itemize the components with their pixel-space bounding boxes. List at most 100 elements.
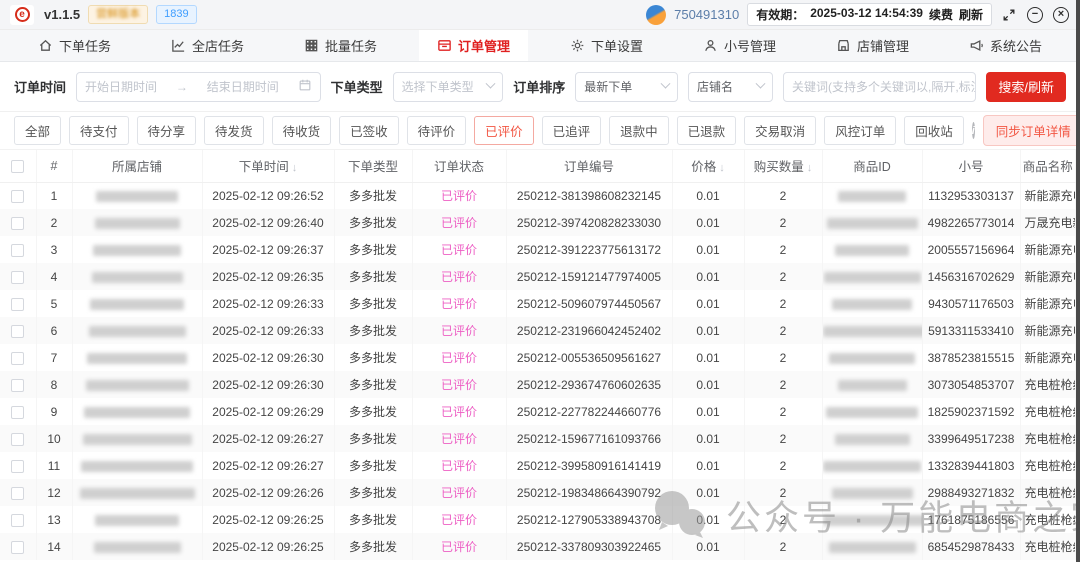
row-checkbox[interactable] bbox=[11, 513, 25, 527]
row-index: 11 bbox=[36, 452, 73, 479]
status-tab[interactable]: 待收货 bbox=[271, 116, 332, 145]
order-number: 250212-391223775613172 bbox=[506, 236, 673, 263]
buyer-account: 1132953303137 bbox=[922, 182, 1021, 209]
buyer-account: 3399649517238 bbox=[922, 425, 1021, 452]
column-header-10: 小号 bbox=[922, 150, 1021, 183]
fullscreen-icon[interactable] bbox=[1000, 6, 1018, 24]
order-type: 多多批发 bbox=[334, 425, 413, 452]
keyword-input[interactable]: 关键词(支持多个关键词以,隔开,标注模糊的不 bbox=[783, 71, 977, 102]
buyer-account: 2988493271832 bbox=[922, 479, 1021, 506]
row-checkbox[interactable] bbox=[11, 432, 25, 446]
column-header-0 bbox=[0, 150, 37, 183]
renew-link[interactable]: 续费 bbox=[929, 6, 953, 23]
nav-item-order-setting[interactable]: 下单设置 bbox=[552, 30, 661, 61]
order-quantity: 2 bbox=[744, 182, 823, 209]
table-row: 9 2025-02-12 09:26:29 多多批发 已评价 250212-22… bbox=[0, 398, 1076, 425]
search-field-select[interactable]: 店铺名 bbox=[688, 71, 773, 102]
order-type-select[interactable]: 选择下单类型 bbox=[392, 71, 504, 102]
order-price: 0.01 bbox=[672, 344, 745, 371]
sort-desc-icon[interactable]: ↓ bbox=[719, 162, 725, 174]
shop-name-redacted bbox=[81, 460, 193, 472]
row-checkbox[interactable] bbox=[11, 540, 25, 554]
row-checkbox[interactable] bbox=[11, 297, 25, 311]
order-time: 2025-02-12 09:26:37 bbox=[202, 236, 335, 263]
nav-item-store-task[interactable]: 全店任务 bbox=[153, 30, 262, 61]
shop-name-redacted bbox=[84, 406, 190, 418]
search-refresh-button[interactable]: 搜索/刷新 bbox=[986, 71, 1066, 102]
row-checkbox[interactable] bbox=[11, 270, 25, 284]
info-icon[interactable]: i bbox=[971, 122, 975, 139]
nav-item-order-manage[interactable]: 订单管理 bbox=[418, 30, 528, 61]
order-status: 已评价 bbox=[412, 236, 507, 263]
minimize-icon[interactable]: − bbox=[1026, 6, 1044, 24]
row-checkbox[interactable] bbox=[11, 189, 25, 203]
sort-desc-icon[interactable]: ↓ bbox=[807, 162, 813, 174]
row-index: 4 bbox=[36, 263, 73, 290]
row-index: 6 bbox=[36, 317, 73, 344]
order-price: 0.01 bbox=[672, 398, 745, 425]
nav-item-system-notice[interactable]: 系统公告 bbox=[951, 30, 1060, 61]
user-avatar[interactable] bbox=[646, 4, 667, 25]
sync-order-detail-button[interactable]: 同步订单详情 bbox=[982, 115, 1080, 146]
status-tab[interactable]: 已评价 bbox=[474, 116, 534, 145]
nav-item-order-task[interactable]: 下单任务 bbox=[20, 30, 129, 61]
status-tab[interactable]: 已退款 bbox=[676, 116, 737, 145]
product-id-redacted bbox=[823, 460, 921, 472]
product-name: 充电桩枪线 bbox=[1020, 506, 1076, 533]
refresh-link[interactable]: 刷新 bbox=[959, 6, 983, 23]
row-checkbox[interactable] bbox=[11, 378, 25, 392]
table-row: 2 2025-02-12 09:26:40 多多批发 已评价 250212-39… bbox=[0, 209, 1076, 236]
status-tab[interactable]: 回收站 bbox=[904, 116, 964, 145]
column-header-7[interactable]: 价格 ↓ bbox=[672, 150, 745, 183]
status-tab[interactable]: 待分享 bbox=[136, 116, 197, 145]
column-header-8[interactable]: 购买数量 ↓ bbox=[744, 150, 823, 183]
row-checkbox[interactable] bbox=[11, 486, 25, 500]
nav-item-account-manage[interactable]: 小号管理 bbox=[685, 30, 794, 61]
status-tab[interactable]: 待发货 bbox=[204, 116, 264, 145]
row-checkbox[interactable] bbox=[11, 405, 25, 419]
window-edge-scrollbar[interactable] bbox=[1076, 0, 1080, 562]
date-range-input[interactable]: 开始日期时间 → 结束日期时间 bbox=[76, 71, 321, 102]
status-tab[interactable]: 交易取消 bbox=[744, 116, 817, 145]
navbar: 下单任务 全店任务 批量任务 订单管理 下单设置 小号管理 店铺管理 系统公告 bbox=[0, 30, 1080, 62]
status-tab[interactable]: 风控订单 bbox=[824, 116, 897, 145]
order-number: 250212-159677161093766 bbox=[506, 425, 673, 452]
close-icon[interactable]: × bbox=[1052, 6, 1070, 24]
select-all-checkbox[interactable] bbox=[11, 159, 25, 173]
product-id-redacted bbox=[837, 379, 907, 391]
orders-table: # 所属店铺 下单时间 ↓ 下单类型 订单状态 订单编号 价格 ↓ 购买数量 ↓ 商品ID 小号 商品名称… bbox=[0, 150, 1076, 560]
nav-item-shop-manage[interactable]: 店铺管理 bbox=[818, 30, 927, 61]
status-tab[interactable]: 退款中 bbox=[609, 116, 669, 145]
row-checkbox[interactable] bbox=[11, 216, 25, 230]
sort-desc-icon[interactable]: ↓ bbox=[292, 162, 298, 174]
row-index: 8 bbox=[36, 371, 73, 398]
status-tab[interactable]: 已签收 bbox=[339, 116, 399, 145]
status-tab[interactable]: 待评价 bbox=[406, 116, 467, 145]
shop-name-redacted bbox=[94, 217, 180, 229]
row-checkbox[interactable] bbox=[11, 459, 25, 473]
order-quantity: 2 bbox=[744, 533, 823, 560]
status-tab[interactable]: 已追评 bbox=[541, 116, 602, 145]
row-index: 9 bbox=[36, 398, 73, 425]
status-tab[interactable]: 待支付 bbox=[69, 116, 129, 145]
row-checkbox[interactable] bbox=[11, 243, 25, 257]
nav-item-label: 小号管理 bbox=[723, 39, 776, 54]
order-status: 已评价 bbox=[412, 209, 507, 236]
nav-item-batch-task[interactable]: 批量任务 bbox=[286, 30, 395, 61]
table-row: 10 2025-02-12 09:26:27 多多批发 已评价 250212-1… bbox=[0, 425, 1076, 452]
row-checkbox[interactable] bbox=[11, 351, 25, 365]
row-index: 1 bbox=[36, 182, 73, 209]
order-number: 250212-005536509561627 bbox=[506, 344, 673, 371]
column-header-3[interactable]: 下单时间 ↓ bbox=[202, 150, 335, 183]
column-header-9: 商品ID bbox=[822, 150, 923, 183]
order-status: 已评价 bbox=[412, 317, 507, 344]
product-name: 新能源充电 bbox=[1020, 236, 1076, 263]
filter-bar: 订单时间 开始日期时间 → 结束日期时间 下单类型 选择下单类型 订单排序 最新… bbox=[0, 62, 1080, 112]
nav-item-label: 订单管理 bbox=[457, 39, 510, 54]
status-tab[interactable]: 全部 bbox=[14, 116, 62, 145]
order-type: 多多批发 bbox=[334, 452, 413, 479]
order-sort-select[interactable]: 最新下单 bbox=[575, 71, 678, 102]
app-version: v1.1.5 bbox=[44, 7, 81, 22]
table-row: 1 2025-02-12 09:26:52 多多批发 已评价 250212-38… bbox=[0, 182, 1076, 209]
row-checkbox[interactable] bbox=[11, 324, 25, 338]
